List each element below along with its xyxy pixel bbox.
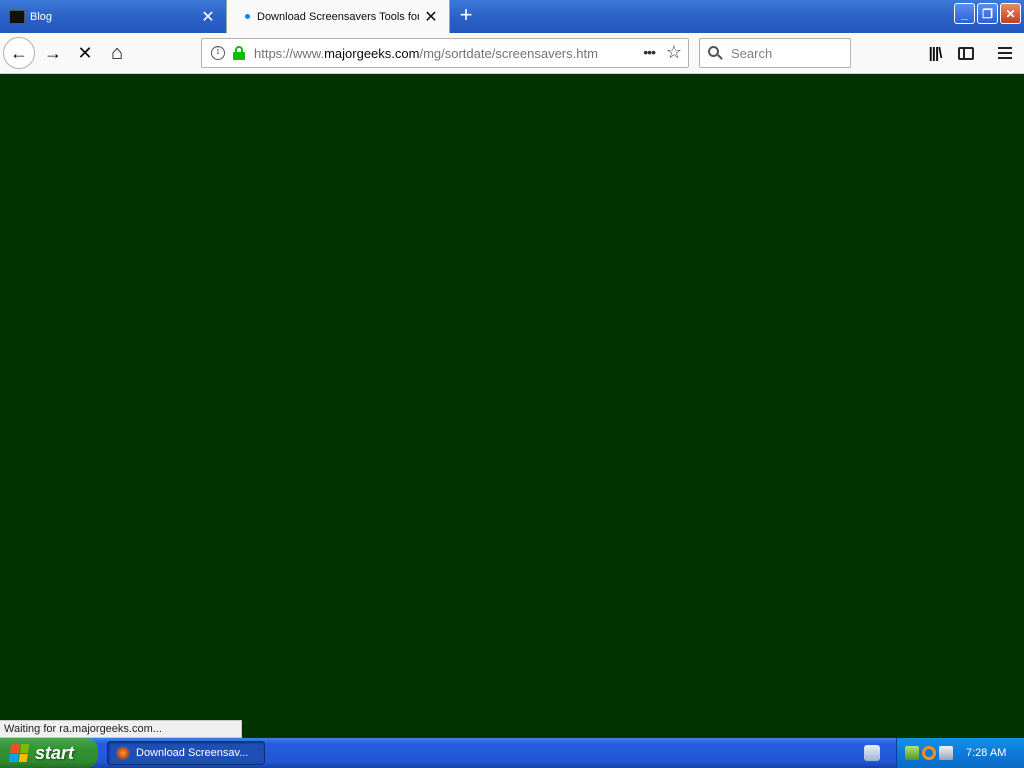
back-button[interactable]: ←: [3, 37, 35, 69]
start-button[interactable]: start: [0, 738, 98, 768]
stop-button[interactable]: ✕: [69, 37, 101, 69]
clock[interactable]: 7:28 AM: [966, 747, 1006, 759]
url-text[interactable]: https://www.majorgeeks.com/mg/sortdate/s…: [254, 46, 604, 61]
url-bar[interactable]: i https://www.majorgeeks.com/mg/sortdate…: [201, 38, 689, 68]
close-window-button[interactable]: ✕: [1000, 3, 1021, 24]
minimize-button[interactable]: _: [954, 3, 975, 24]
home-button[interactable]: ⌂: [101, 37, 133, 69]
taskbar-item-browser[interactable]: Download Screensav...: [107, 741, 265, 765]
restore-button[interactable]: ❐: [977, 3, 998, 24]
library-icon[interactable]: |||\: [920, 37, 950, 69]
browser-app-icon: [116, 746, 130, 760]
site-info-icon[interactable]: i: [211, 46, 225, 60]
tab-title: Blog: [30, 10, 53, 23]
network-icon[interactable]: [864, 745, 880, 761]
tab-download-screensavers[interactable]: Download Screensavers Tools for ✕: [226, 0, 450, 33]
page-content: [0, 74, 1024, 738]
hamburger-menu-icon[interactable]: [990, 37, 1020, 69]
navigation-toolbar: ← → ✕ ⌂ i https://www.majorgeeks.com/mg/…: [0, 33, 1024, 74]
status-bar-text: Waiting for ra.majorgeeks.com...: [0, 720, 242, 738]
taskbar: start Download Screensav... 7:28 AM: [0, 738, 1024, 768]
tab-strip: Blog ✕ Download Screensavers Tools for ✕…: [0, 0, 1024, 33]
bookmark-star-icon[interactable]: ☆: [666, 42, 682, 63]
tab-close-icon[interactable]: ✕: [196, 5, 220, 29]
forward-button[interactable]: →: [37, 37, 69, 69]
tab-close-icon[interactable]: ✕: [419, 5, 443, 29]
tab-blog[interactable]: Blog ✕: [0, 0, 226, 33]
new-tab-button[interactable]: +: [454, 4, 478, 28]
search-icon: [708, 46, 723, 60]
tray-volume-icon[interactable]: [939, 746, 953, 760]
sidebar-toggle-icon[interactable]: [951, 37, 981, 69]
taskbar-item-label: Download Screensav...: [136, 747, 249, 759]
search-placeholder: Search: [731, 45, 773, 61]
tab-title: Download Screensavers Tools for: [257, 10, 419, 23]
window-controls: _ ❐ ✕: [954, 3, 1021, 24]
tray-search-icon[interactable]: [922, 746, 936, 760]
search-input[interactable]: Search: [699, 38, 851, 68]
loading-indicator-icon: [245, 14, 250, 19]
secure-lock-icon: [233, 46, 245, 60]
system-tray: 7:28 AM: [896, 738, 1024, 768]
start-label: start: [35, 742, 75, 763]
page-actions-icon[interactable]: •••: [643, 44, 656, 60]
tray-app-icon[interactable]: [905, 746, 919, 760]
blog-favicon-icon: [9, 9, 25, 24]
windows-logo-icon: [8, 744, 30, 762]
